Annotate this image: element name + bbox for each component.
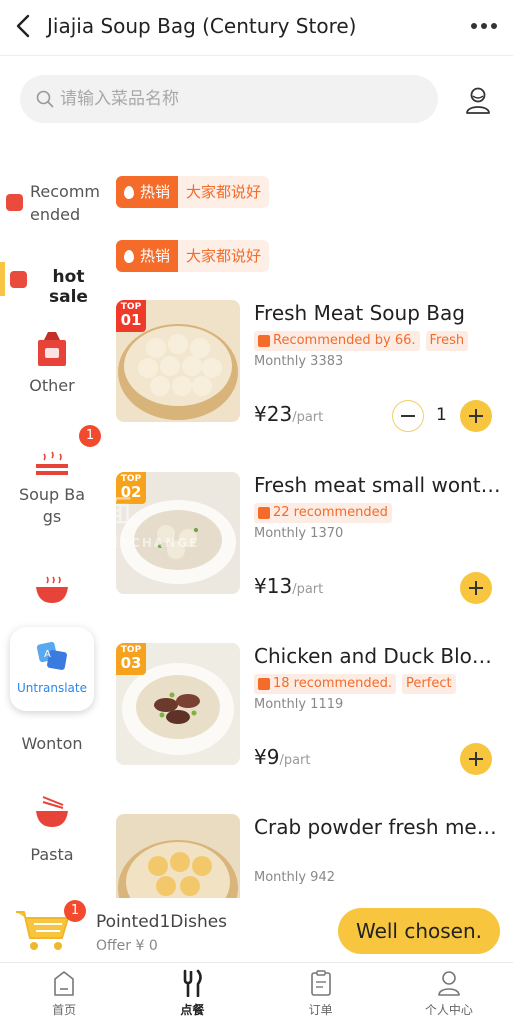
recommend-badge: Recommended by 66. [254,331,420,351]
cart-bar: 1 Pointed1Dishes Offer ¥ 0 Well chosen. [0,898,513,962]
tab-label: 首页 [52,1003,77,1017]
tab-profile[interactable]: 个人中心 [385,963,513,1024]
product-name: Fresh meat small wont… [254,473,501,497]
product-price: ¥13/part [254,574,324,598]
recommend-badge: 22 recommended [254,503,392,523]
feature-badge: Perfect [402,674,456,694]
sidebar-count-badge: 1 [79,425,101,447]
rank-badge: TOP 03 [116,643,146,675]
tab-home[interactable]: 首页 [0,963,128,1024]
gift-bag-icon [38,332,66,366]
category-sidebar: Recomm ended hot sale Other Soup Ba gs W… [0,160,104,900]
shopping-cart-icon[interactable] [12,902,72,952]
sidebar-item-label: Soup Ba gs [18,485,86,526]
product-badges: 18 recommended. Perfect [254,674,456,694]
product-image: TOP 02 [116,472,240,594]
add-to-cart-button[interactable] [460,743,492,775]
add-to-cart-button[interactable] [460,400,492,432]
cart-summary: Pointed1Dishes [96,912,228,932]
product-name: Crab powder fresh me… [254,815,497,839]
more-options-icon[interactable] [471,14,497,38]
profile-icon [438,971,460,996]
sidebar-item-soup-bags[interactable]: Soup Ba gs [0,450,104,540]
product-image: TOP 03 [116,643,240,765]
product-badges: Recommended by 66. Fresh [254,331,469,351]
praise-tag: 大家都说好 [178,240,270,272]
product-image [116,814,240,898]
decrease-quantity-button[interactable] [392,400,424,432]
cart-count-badge: 1 [64,900,86,922]
hot-tag-row: 热销 大家都说好 [116,176,270,208]
sidebar-item-recommended[interactable]: Recomm ended [0,180,104,230]
product-image: TOP 01 [116,300,240,422]
sidebar-item-label: Other [29,376,75,395]
recommend-badge: 18 recommended. [254,674,397,694]
rank-badge: TOP 01 [116,300,146,332]
product-card[interactable]: Crab powder fresh me… Monthly 942 [116,814,508,898]
sidebar-item-label: Pasta [30,845,74,864]
thumb-icon [258,507,270,519]
tab-label: 订单 [308,1003,333,1017]
tab-orders[interactable]: 订单 [257,963,385,1024]
active-indicator [0,262,5,296]
thumb-icon [258,678,270,690]
hot-tag: 热销 [116,176,179,208]
translate-label: Untranslate [16,681,87,695]
sidebar-item-pasta[interactable]: Pasta [0,795,104,875]
sidebar-item-bowl[interactable] [0,575,104,615]
sidebar-item-label: Wonton [21,734,83,753]
hot-tag: 热销 [116,240,179,272]
search-icon [36,90,54,108]
hot-sale-icon [10,271,27,288]
thumb-icon [258,335,270,347]
product-card[interactable]: TOP 03 Chicken and Duck Blo… 18 recommend… [116,643,508,775]
search-input[interactable] [60,89,400,109]
monthly-sales: Monthly 1370 [254,526,344,541]
rank-badge: TOP 02 [116,472,146,504]
monthly-sales: Monthly 3383 [254,354,344,369]
order-list-icon [310,970,331,996]
sidebar-item-hot-sale[interactable]: hot sale [0,262,104,307]
add-to-cart-button[interactable] [460,572,492,604]
product-name: Fresh Meat Soup Bag [254,301,465,325]
cart-offer: Offer ¥ 0 [96,938,158,954]
monthly-sales: Monthly 1119 [254,697,344,712]
translate-widget[interactable]: A Untranslate [10,627,94,711]
search-bar[interactable] [20,75,438,123]
tab-label: 个人中心 [424,1003,473,1017]
monthly-sales: Monthly 942 [254,870,335,885]
sidebar-item-other[interactable]: Other [0,330,104,410]
checkout-button[interactable]: Well chosen. [338,908,500,954]
user-service-icon[interactable] [462,84,494,116]
translate-icon: A [36,641,67,670]
product-price: ¥23/part [254,402,324,426]
top-bar: Jiajia Soup Bag (Century Store) [0,0,513,56]
cutlery-icon [184,969,203,998]
soup-bowl-icon [36,576,68,603]
sidebar-item-label: hot sale [49,267,88,307]
product-name: Chicken and Duck Blo… [254,644,492,668]
sidebar-item-label: Recomm ended [30,182,100,224]
bottom-tab-bar: 首页 点餐 订单 个人中心 [0,962,513,1024]
page-title: Jiajia Soup Bag (Century Store) [47,14,357,38]
product-badges: 22 recommended [254,503,392,523]
praise-tag: 大家都说好 [178,176,270,208]
tab-order-food[interactable]: 点餐 [128,963,256,1024]
product-card[interactable]: TOP 01 Fresh Meat Soup Bag Recommended by… [116,300,508,432]
noodle-bowl-icon [36,796,68,827]
svg-text:A: A [44,649,51,660]
home-icon [54,971,74,996]
hot-tag-row: 热销 大家都说好 [116,240,270,272]
tab-label: 点餐 [180,1003,205,1017]
product-card[interactable]: TOP 02 Fresh meat small wont… 22 recommen… [116,472,508,604]
product-price: ¥9/part [254,745,311,769]
steamer-icon [36,451,68,475]
recommend-icon [6,194,23,211]
feature-badge: Fresh [425,331,469,351]
flame-icon [124,249,134,263]
quantity-value: 1 [436,405,447,425]
flame-icon [124,185,134,199]
back-arrow-icon[interactable] [12,12,36,40]
